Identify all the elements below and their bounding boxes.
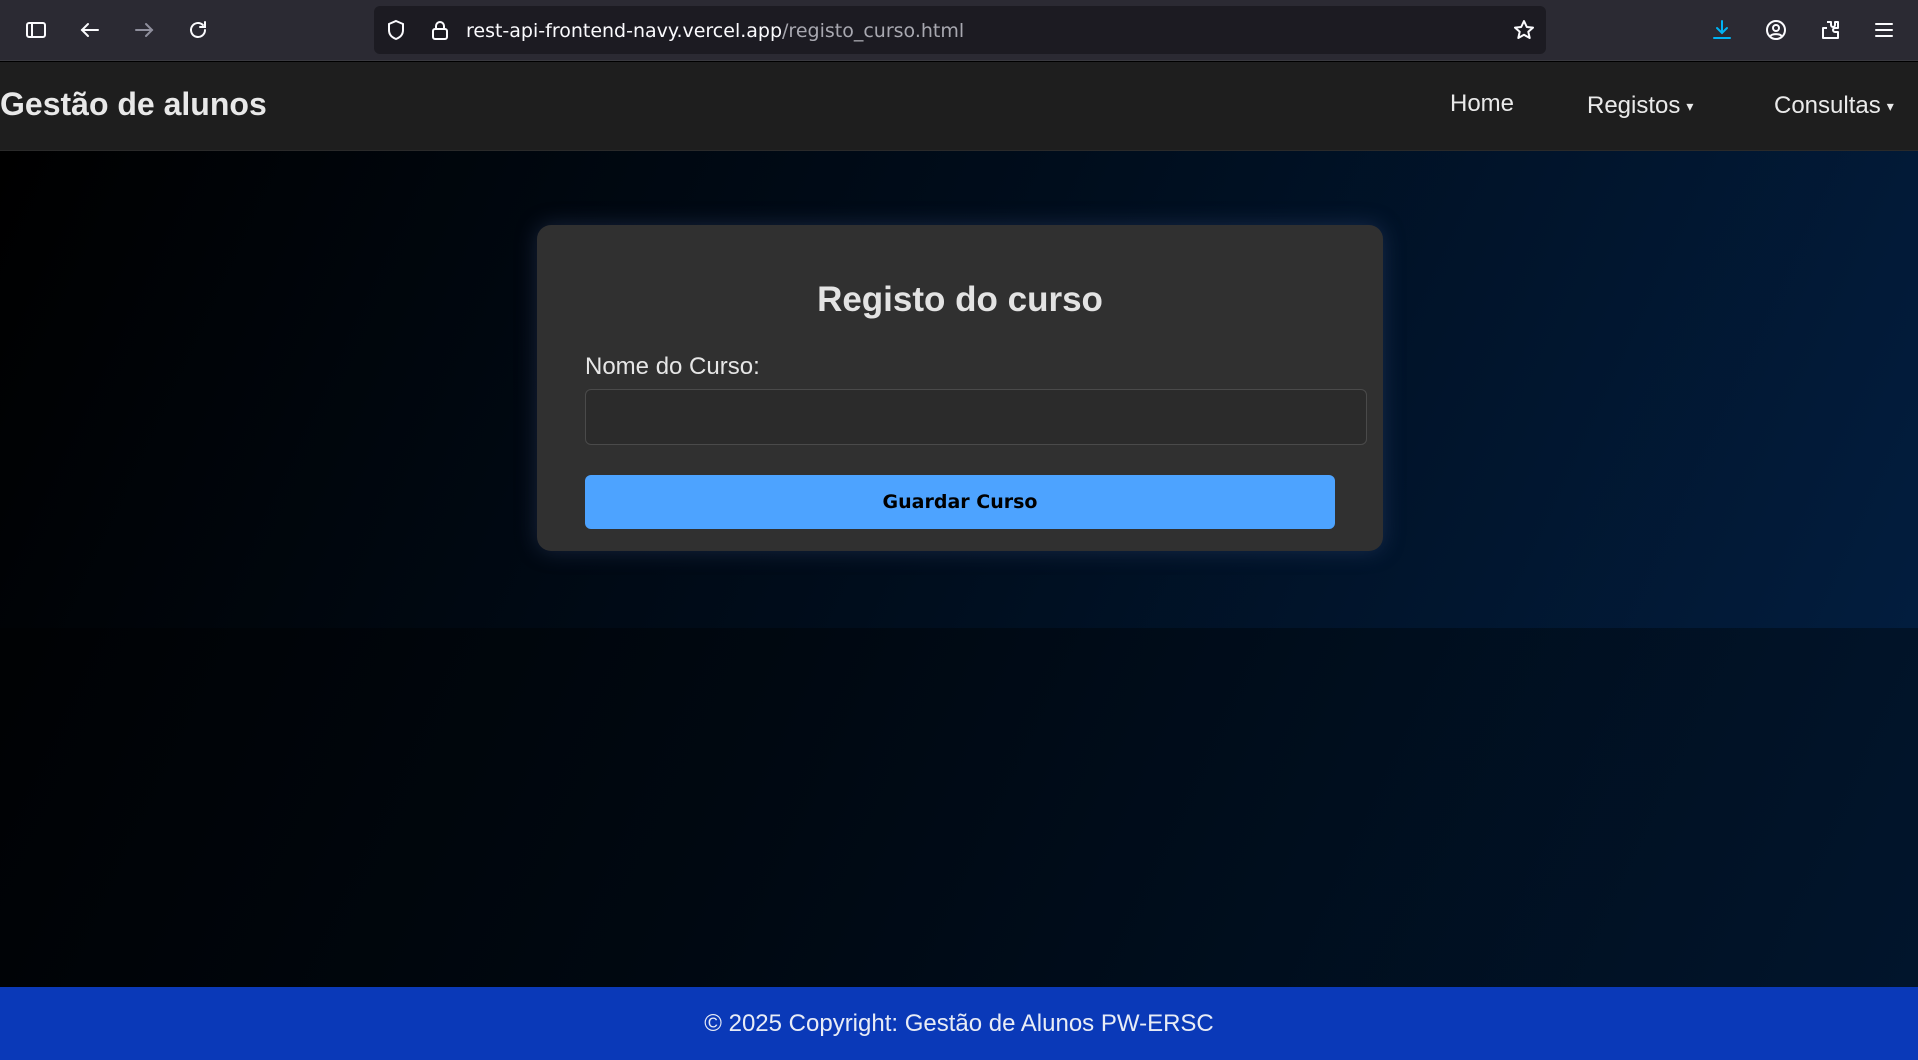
site-header: Gestão de alunos Home Registos ▾ Consulta… — [0, 62, 1918, 151]
extensions-icon[interactable] — [1814, 14, 1846, 46]
form-title: Registo do curso — [817, 280, 1103, 319]
form-section: Registo do curso Nome do Curso: Guardar … — [0, 151, 1918, 628]
nav-home-label: Home — [1450, 90, 1515, 117]
browser-toolbar: rest-api-frontend-navy.vercel.app/regist… — [0, 0, 1918, 61]
main-content: Registo do curso Nome do Curso: Guardar … — [0, 151, 1918, 987]
menu-icon[interactable] — [1868, 14, 1900, 46]
back-icon[interactable] — [74, 14, 106, 46]
footer-copyright: © 2025 Copyright: Gestão de Alunos PW-ER… — [704, 1009, 1214, 1037]
nav-home[interactable]: Home — [1450, 90, 1514, 118]
site-footer: © 2025 Copyright: Gestão de Alunos PW-ER… — [0, 987, 1918, 1060]
download-icon[interactable] — [1706, 14, 1738, 46]
chevron-down-icon: ▾ — [1686, 98, 1694, 115]
nav-registos[interactable]: Registos ▾ — [1587, 92, 1693, 120]
url-text[interactable]: rest-api-frontend-navy.vercel.app/regist… — [466, 20, 964, 42]
chevron-down-icon: ▾ — [1886, 98, 1894, 115]
account-icon[interactable] — [1760, 14, 1792, 46]
sidebar-icon[interactable] — [20, 14, 52, 46]
site-brand[interactable]: Gestão de alunos — [0, 86, 267, 123]
reload-icon[interactable] — [182, 14, 214, 46]
url-path: /registo_curso.html — [782, 20, 965, 42]
save-course-button[interactable]: Guardar Curso — [585, 475, 1335, 529]
nav-consultas[interactable]: Consultas ▾ — [1774, 92, 1894, 120]
shield-icon[interactable] — [384, 18, 408, 42]
course-form-card: Registo do curso Nome do Curso: Guardar … — [537, 225, 1383, 551]
course-name-label: Nome do Curso: — [585, 353, 760, 380]
lock-icon[interactable] — [428, 18, 452, 42]
course-name-input[interactable] — [585, 389, 1367, 445]
nav-registos-label: Registos — [1587, 92, 1681, 119]
nav-consultas-label: Consultas — [1774, 92, 1881, 119]
url-host: rest-api-frontend-navy.vercel.app — [466, 20, 783, 42]
star-icon[interactable] — [1512, 18, 1536, 42]
forward-icon[interactable] — [128, 14, 160, 46]
url-bar[interactable]: rest-api-frontend-navy.vercel.app/regist… — [374, 6, 1546, 54]
